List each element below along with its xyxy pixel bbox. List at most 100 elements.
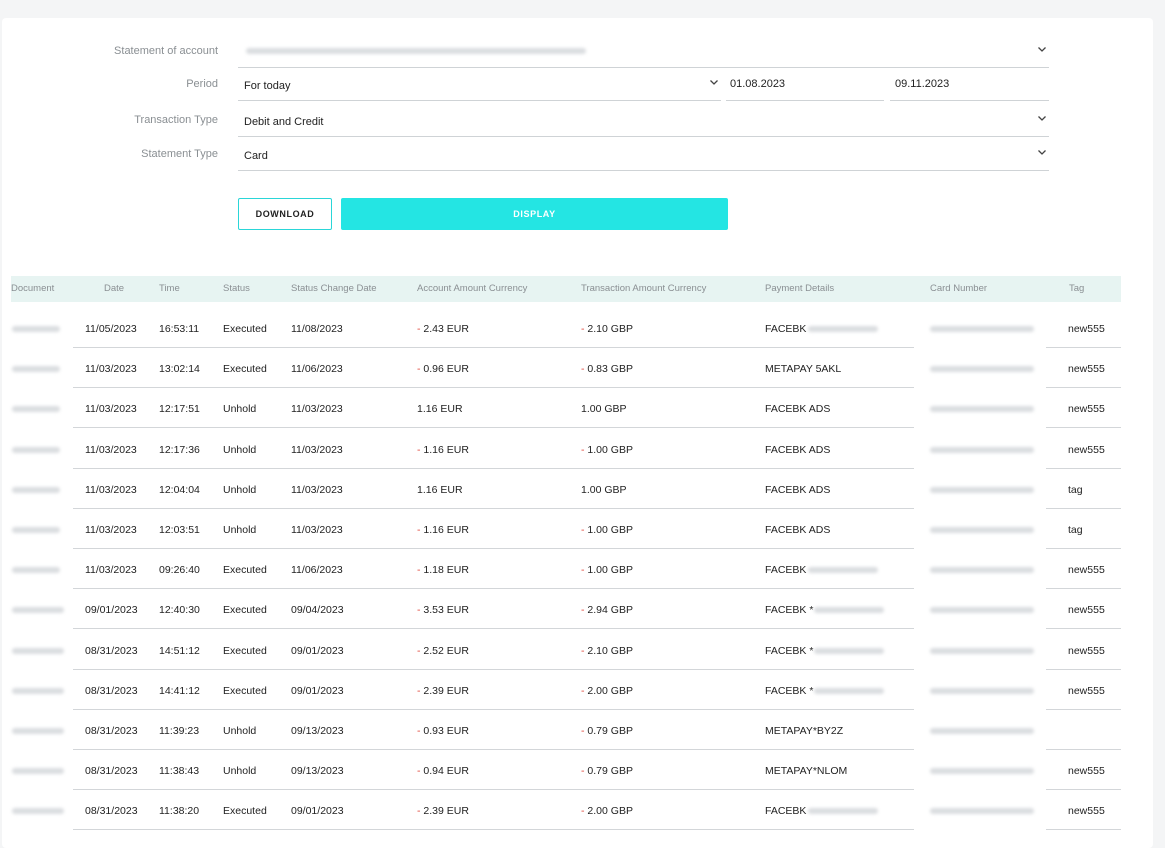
table-row[interactable]: 11/03/2023 13:02:14 Executed 11/06/2023 - 0.…: [2, 348, 1153, 389]
cell-payment-details: FACEBK *: [765, 644, 814, 657]
amount-value: 2.52 EUR: [423, 644, 469, 657]
masked-card-number: [930, 406, 1034, 413]
cell-payment-details: FACEBK *: [765, 684, 814, 697]
cell-status: Unhold: [223, 403, 257, 416]
table-row[interactable]: 08/31/2023 11:38:43 Unhold 09/13/2023 - 0.94…: [2, 750, 1153, 791]
cell-status-change-date: 09/13/2023: [291, 765, 344, 778]
period-value: For today: [244, 80, 291, 92]
masked-payment-details: [808, 567, 878, 574]
amount-value: 0.93 EUR: [423, 725, 469, 737]
cell-payment-details: FACEBK: [765, 805, 807, 818]
cell-status-change-date: 09/01/2023: [291, 644, 344, 657]
cell-time: 12:17:36: [159, 443, 200, 456]
amount-value: 1.16 EUR: [423, 524, 469, 536]
negative-sign: -: [581, 604, 585, 617]
date-to-input[interactable]: 09.11.2023: [890, 67, 1049, 101]
cell-status: Executed: [223, 564, 267, 577]
masked-account-value: [246, 48, 586, 54]
cell-tag: new555: [1068, 684, 1105, 697]
masked-card-number: [930, 366, 1034, 373]
statement-type-select[interactable]: Card: [238, 137, 1049, 171]
cell-time: 14:41:12: [159, 684, 200, 697]
amount-value: 2.94 GBP: [587, 604, 633, 617]
cell-time: 12:17:51: [159, 403, 200, 416]
negative-sign: -: [417, 725, 421, 737]
cell-transaction-amount: - 2.10 GBP: [581, 323, 633, 335]
download-button[interactable]: DOWNLOAD: [238, 198, 332, 230]
negative-sign: -: [581, 443, 585, 456]
masked-document-number: [12, 366, 60, 373]
display-button[interactable]: DISPLAY: [341, 198, 728, 230]
cell-status-change-date: 11/03/2023: [291, 403, 343, 416]
column-header-payment-details[interactable]: Payment Details: [765, 283, 834, 294]
cell-date: 11/05/2023: [85, 323, 137, 335]
column-header-document[interactable]: Document: [11, 283, 54, 294]
table-header: Document Date Time Status Status Change …: [11, 276, 1121, 302]
column-header-date[interactable]: Date: [104, 283, 124, 294]
cell-time: 12:40:30: [159, 604, 200, 617]
amount-value: 0.79 GBP: [587, 725, 633, 737]
amount-value: 2.10 GBP: [587, 323, 633, 335]
column-header-account-amount[interactable]: Account Amount Currency: [417, 283, 527, 294]
table-row[interactable]: 08/31/2023 11:39:23 Unhold 09/13/2023 - 0.93…: [2, 710, 1153, 750]
negative-sign: -: [417, 805, 421, 818]
table-row[interactable]: 11/03/2023 12:04:04 Unhold 11/03/2023 1.16 E…: [2, 469, 1153, 509]
period-select[interactable]: For today: [238, 67, 721, 101]
statement-type-row: Statement Type Card: [2, 137, 1153, 171]
table-row[interactable]: 11/05/2023 16:53:11 Executed 11/08/2023 - 2.…: [2, 308, 1153, 348]
masked-document-number: [12, 406, 60, 413]
date-to-value: 09.11.2023: [895, 78, 950, 90]
amount-value: 0.94 EUR: [423, 765, 469, 778]
cell-time: 11:39:23: [159, 725, 200, 737]
table-row[interactable]: 11/03/2023 09:26:40 Executed 11/06/2023 - 1.…: [2, 549, 1153, 590]
table-row[interactable]: 09/01/2023 12:40:30 Executed 09/04/2023 - 3.…: [2, 589, 1153, 630]
table-row[interactable]: 11/03/2023 12:03:51 Unhold 11/03/2023 - 1.16…: [2, 509, 1153, 549]
cell-status-change-date: 11/03/2023: [291, 524, 343, 536]
cell-tag: new555: [1068, 564, 1105, 577]
transaction-type-label: Transaction Type: [134, 114, 218, 126]
cell-transaction-amount: - 0.79 GBP: [581, 765, 633, 777]
table-row[interactable]: 08/31/2023 11:38:20 Executed 09/01/2023 - 2.…: [2, 790, 1153, 831]
cell-status-change-date: 09/13/2023: [291, 725, 344, 737]
cell-account-amount: - 1.16 EUR: [417, 444, 469, 456]
masked-card-number: [930, 647, 1034, 654]
amount-value: 0.79 GBP: [587, 765, 633, 778]
table-row[interactable]: 11/03/2023 12:17:36 Unhold 11/03/2023 - 1.16…: [2, 429, 1153, 469]
cell-account-amount: - 1.16 EUR: [417, 524, 469, 536]
table-row[interactable]: 11/03/2023 12:17:51 Unhold 11/03/2023 1.16 E…: [2, 388, 1153, 429]
column-header-tag[interactable]: Tag: [1069, 283, 1084, 294]
cell-status: Executed: [223, 604, 267, 617]
column-header-status-change-date[interactable]: Status Change Date: [291, 283, 377, 294]
cell-tag: new555: [1068, 363, 1105, 376]
masked-document-number: [12, 687, 64, 694]
cell-account-amount: - 0.93 EUR: [417, 725, 469, 737]
cell-transaction-amount: 1.00 GBP: [581, 484, 627, 496]
cell-payment-details: FACEBK *: [765, 604, 814, 617]
date-from-input[interactable]: 01.08.2023: [726, 67, 884, 101]
period-label: Period: [186, 78, 218, 90]
table-row[interactable]: 08/31/2023 14:51:12 Executed 09/01/2023 - 2.…: [2, 630, 1153, 670]
masked-document-number: [12, 486, 60, 493]
table-row[interactable]: 08/31/2023 14:41:12 Executed 09/01/2023 - 2.…: [2, 670, 1153, 710]
negative-sign: -: [417, 323, 421, 335]
cell-account-amount: - 0.96 EUR: [417, 363, 469, 375]
cell-date: 08/31/2023: [85, 805, 138, 818]
transaction-type-value: Debit and Credit: [244, 116, 324, 128]
cell-status: Unhold: [223, 524, 257, 536]
masked-card-number: [930, 768, 1034, 775]
statement-panel: Statement of account Period For today 01…: [2, 18, 1153, 848]
transaction-type-select[interactable]: Debit and Credit: [238, 103, 1049, 137]
cell-time: 13:02:14: [159, 363, 200, 376]
cell-payment-details: FACEBK ADS: [765, 403, 831, 416]
column-header-time[interactable]: Time: [159, 283, 180, 294]
period-row: Period For today 01.08.2023 09.11.2023: [2, 67, 1153, 101]
column-header-card-number[interactable]: Card Number: [930, 283, 987, 294]
cell-time: 09:26:40: [159, 564, 200, 577]
cell-tag: new555: [1068, 323, 1105, 335]
amount-value: 1.00 GBP: [581, 483, 627, 496]
statement-of-account-select[interactable]: [238, 34, 1049, 68]
masked-card-number: [930, 567, 1034, 574]
cell-transaction-amount: - 1.00 GBP: [581, 444, 633, 456]
column-header-transaction-amount[interactable]: Transaction Amount Currency: [581, 283, 706, 294]
column-header-status[interactable]: Status: [223, 283, 250, 294]
